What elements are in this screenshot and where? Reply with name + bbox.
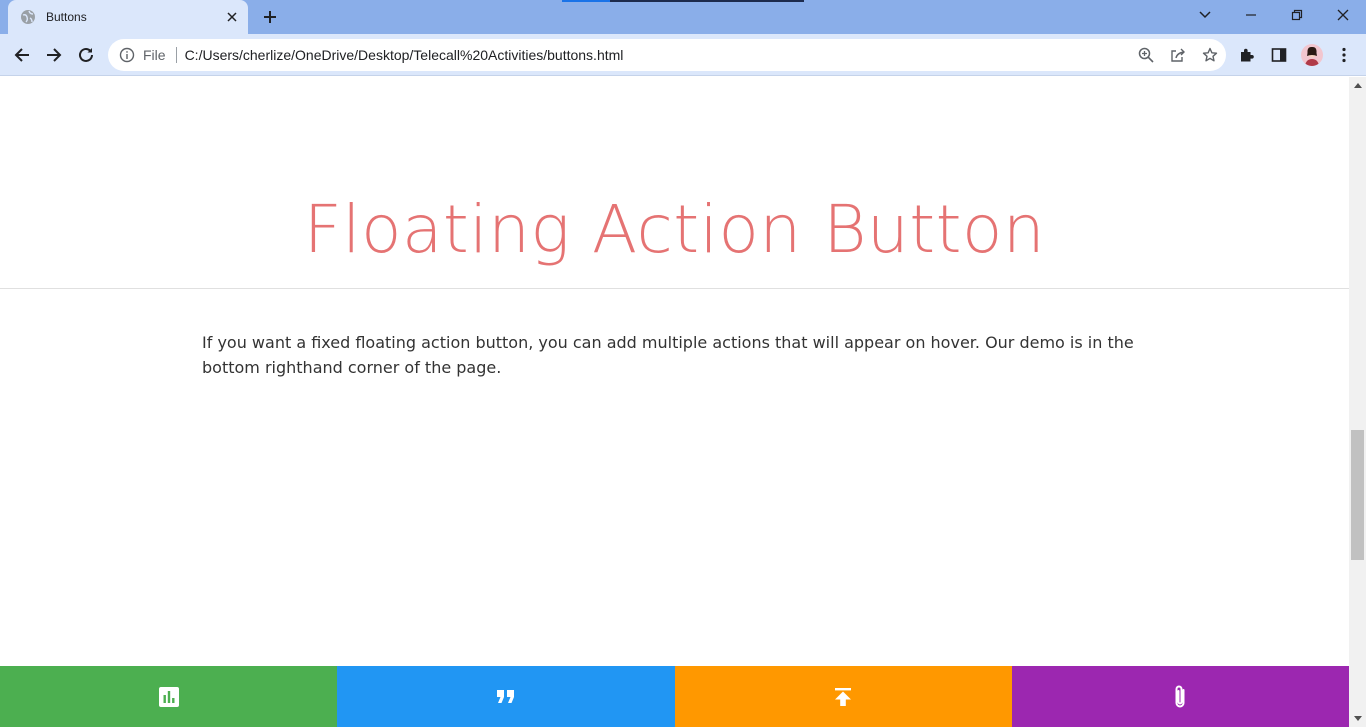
zoom-icon[interactable] — [1130, 39, 1162, 71]
address-bar[interactable]: File C:/Users/cherlize/OneDrive/Desktop/… — [108, 39, 1226, 71]
tab-search-button[interactable] — [1182, 0, 1228, 30]
extensions-icon[interactable] — [1231, 39, 1263, 71]
tab-title: Buttons — [46, 10, 87, 24]
vertical-scrollbar[interactable] — [1349, 77, 1366, 727]
profile-avatar[interactable] — [1296, 39, 1328, 71]
insert-chart-icon — [158, 686, 180, 708]
page-title: Floating Action Button — [303, 191, 1046, 268]
section-divider — [0, 288, 1349, 289]
new-tab-button[interactable] — [258, 6, 282, 28]
publish-icon — [835, 687, 852, 706]
restore-button[interactable] — [1274, 0, 1320, 30]
reload-button[interactable] — [70, 39, 102, 71]
fab-toolbar — [0, 666, 1349, 727]
share-icon[interactable] — [1162, 39, 1194, 71]
close-tab-icon[interactable] — [224, 9, 240, 25]
side-panel-icon[interactable] — [1263, 39, 1295, 71]
scrollbar-thumb[interactable] — [1351, 430, 1364, 560]
browser-tab[interactable]: Buttons — [8, 0, 248, 34]
address-scheme: File — [143, 47, 166, 63]
tab-strip: Buttons — [0, 0, 1366, 34]
format-quote-icon — [496, 689, 515, 704]
address-url[interactable]: C:/Users/cherlize/OneDrive/Desktop/Telec… — [185, 47, 1130, 63]
loading-indicator — [562, 0, 804, 2]
close-window-button[interactable] — [1320, 0, 1366, 30]
fab-action-quote[interactable] — [337, 666, 675, 727]
browser-menu-icon[interactable] — [1328, 39, 1360, 71]
avatar — [1301, 44, 1323, 66]
minimize-button[interactable] — [1228, 0, 1274, 30]
globe-icon — [20, 9, 36, 25]
scroll-down-arrow-icon[interactable] — [1349, 710, 1366, 727]
forward-button[interactable] — [38, 39, 70, 71]
bookmark-star-icon[interactable] — [1194, 39, 1226, 71]
address-separator — [175, 47, 177, 63]
intro-paragraph: If you want a fixed floating action butt… — [202, 333, 1134, 377]
fab-action-attach[interactable] — [1011, 666, 1349, 727]
page-viewport: Floating Action Button If you want a fix… — [0, 77, 1349, 727]
fab-action-chart[interactable] — [0, 666, 338, 727]
back-button[interactable] — [6, 39, 38, 71]
attach-file-icon — [1173, 684, 1187, 710]
browser-toolbar: File C:/Users/cherlize/OneDrive/Desktop/… — [0, 34, 1366, 76]
site-info-icon[interactable] — [119, 47, 135, 63]
scroll-up-arrow-icon[interactable] — [1349, 77, 1366, 94]
fab-action-publish[interactable] — [674, 666, 1012, 727]
